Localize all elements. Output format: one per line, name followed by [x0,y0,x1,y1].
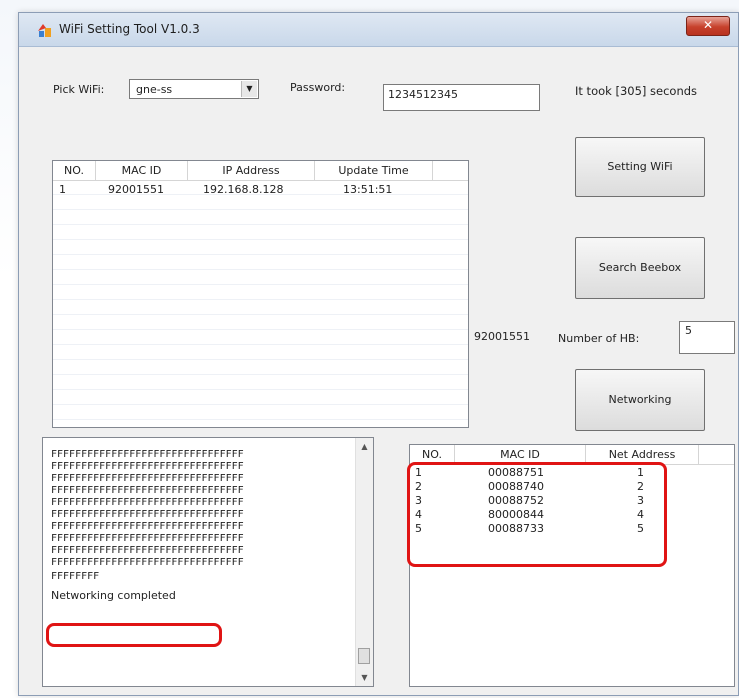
row-ip-address: 192.168.8.128 [203,183,284,196]
col-ip-address[interactable]: IP Address [188,161,315,180]
table-row[interactable]: 1 92001551 192.168.8.128 13:51:51 [53,182,468,197]
log-status: Networking completed [51,589,176,602]
app-icon [38,24,51,37]
device-list-header: NO. MAC ID IP Address Update Time [53,161,468,181]
scroll-down-icon[interactable]: ▼ [356,669,373,686]
chevron-down-icon[interactable]: ▼ [241,81,257,97]
password-field[interactable]: 1234512345 [383,84,540,111]
hb-count-value: 5 [685,324,692,337]
log-line: FFFFFFFFFFFFFFFFFFFFFFFFFFFFFFFF [51,461,244,472]
hb-count-field[interactable]: 5 [679,321,735,354]
log-line: FFFFFFFFFFFFFFFFFFFFFFFFFFFFFFFF [51,521,244,532]
log-line: FFFFFFFFFFFFFFFFFFFFFFFFFFFFFFFF [51,533,244,544]
log-line: FFFFFFFFFFFFFFFFFFFFFFFFFFFFFFFF [51,485,244,496]
search-beebox-button[interactable]: Search Beebox [575,237,705,299]
col-no[interactable]: NO. [53,161,96,180]
window-title: WiFi Setting Tool V1.0.3 [59,22,200,36]
close-icon: ✕ [702,18,714,32]
password-label: Password: [290,81,346,94]
log-line: FFFFFFFFFFFFFFFFFFFFFFFFFFFFFFFF [51,449,244,460]
device-list[interactable]: NO. MAC ID IP Address Update Time 1 9200… [52,160,469,428]
log-output[interactable]: FFFFFFFFFFFFFFFFFFFFFFFFFFFFFFFF FFFFFFF… [42,437,374,687]
scroll-thumb[interactable] [358,648,370,664]
row-mac-id: 92001551 [108,183,164,196]
log-line: FFFFFFFFFFFFFFFFFFFFFFFFFFFFFFFF [51,557,244,568]
log-line: FFFFFFFFFFFFFFFFFFFFFFFFFFFFFFFF [51,545,244,556]
pick-wifi-label: Pick WiFi: [53,83,105,96]
device-list-grid [53,180,468,427]
log-line: FFFFFFFFFFFFFFFFFFFFFFFFFFFFFFFF [51,509,244,520]
col-mac-id[interactable]: MAC ID [96,161,188,180]
wifi-select-value: gne-ss [136,83,173,96]
device-id-text: 92001551 [474,330,530,343]
row-update-time: 13:51:51 [343,183,393,196]
password-value: 1234512345 [388,88,458,101]
row-no: 1 [59,183,66,196]
log-line: FFFFFFFFFFFFFFFFFFFFFFFFFFFFFFFF [51,497,244,508]
log-line: FFFFFFFF [51,571,100,582]
hb-count-label: Number of HB: [558,332,640,345]
col-update-time[interactable]: Update Time [315,161,433,180]
net-rows-highlight [407,462,667,567]
networking-button[interactable]: Networking [575,369,705,431]
status-highlight [46,623,222,647]
title-bar: WiFi Setting Tool V1.0.3 ✕ [19,13,738,47]
scroll-up-icon[interactable]: ▲ [356,438,373,455]
wifi-select[interactable]: gne-ss ▼ [129,79,259,99]
setting-wifi-button[interactable]: Setting WiFi [575,137,705,197]
elapsed-time-text: It took [305] seconds [575,84,698,98]
close-button[interactable]: ✕ [686,16,730,36]
log-line: FFFFFFFFFFFFFFFFFFFFFFFFFFFFFFFF [51,473,244,484]
log-scrollbar[interactable]: ▲ ▼ [355,438,373,686]
